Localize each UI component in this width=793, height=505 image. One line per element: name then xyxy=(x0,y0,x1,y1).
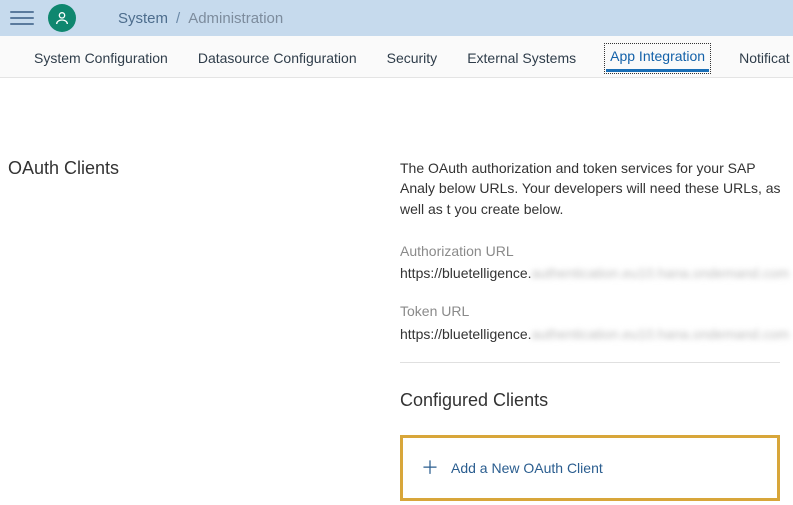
section-title-oauth-clients: OAuth Clients xyxy=(8,158,400,179)
add-oauth-client-button[interactable]: ＋ Add a New OAuth Client xyxy=(400,435,780,501)
divider xyxy=(400,362,780,363)
breadcrumb: System / Administration xyxy=(118,10,283,27)
tab-datasource-configuration[interactable]: Datasource Configuration xyxy=(198,40,357,74)
authorization-url-redacted: authentication.eu10.hana.ondemand.com xyxy=(532,263,790,283)
breadcrumb-root[interactable]: System xyxy=(118,10,168,27)
tab-system-configuration[interactable]: System Configuration xyxy=(34,40,168,74)
menu-icon[interactable] xyxy=(10,6,34,30)
token-url-value: https://bluetelligence. authentication.e… xyxy=(400,324,793,344)
intro-text: The OAuth authorization and token servic… xyxy=(400,158,793,219)
top-bar: System / Administration xyxy=(0,0,793,36)
breadcrumb-separator: / xyxy=(176,10,180,27)
right-column: The OAuth authorization and token servic… xyxy=(400,158,793,501)
configured-clients-title: Configured Clients xyxy=(400,387,793,413)
tab-security[interactable]: Security xyxy=(387,40,438,74)
authorization-url-label: Authorization URL xyxy=(400,241,793,261)
add-oauth-client-label: Add a New OAuth Client xyxy=(451,458,603,478)
token-url-label: Token URL xyxy=(400,301,793,321)
tab-external-systems[interactable]: External Systems xyxy=(467,40,576,74)
plus-icon: ＋ xyxy=(421,459,439,477)
content-area: OAuth Clients The OAuth authorization an… xyxy=(0,78,793,501)
authorization-url-value: https://bluetelligence. authentication.e… xyxy=(400,263,793,283)
left-column: OAuth Clients xyxy=(0,158,400,501)
user-avatar-icon[interactable] xyxy=(48,4,76,32)
authorization-url-prefix: https://bluetelligence. xyxy=(400,263,532,283)
token-url-prefix: https://bluetelligence. xyxy=(400,324,532,344)
tab-app-integration[interactable]: App Integration xyxy=(606,45,709,72)
token-url-redacted: authentication.eu10.hana.ondemand.com xyxy=(532,324,790,344)
tab-bar: System Configuration Datasource Configur… xyxy=(0,36,793,78)
tab-notifications[interactable]: Notificat xyxy=(739,40,790,74)
breadcrumb-current: Administration xyxy=(188,10,283,27)
